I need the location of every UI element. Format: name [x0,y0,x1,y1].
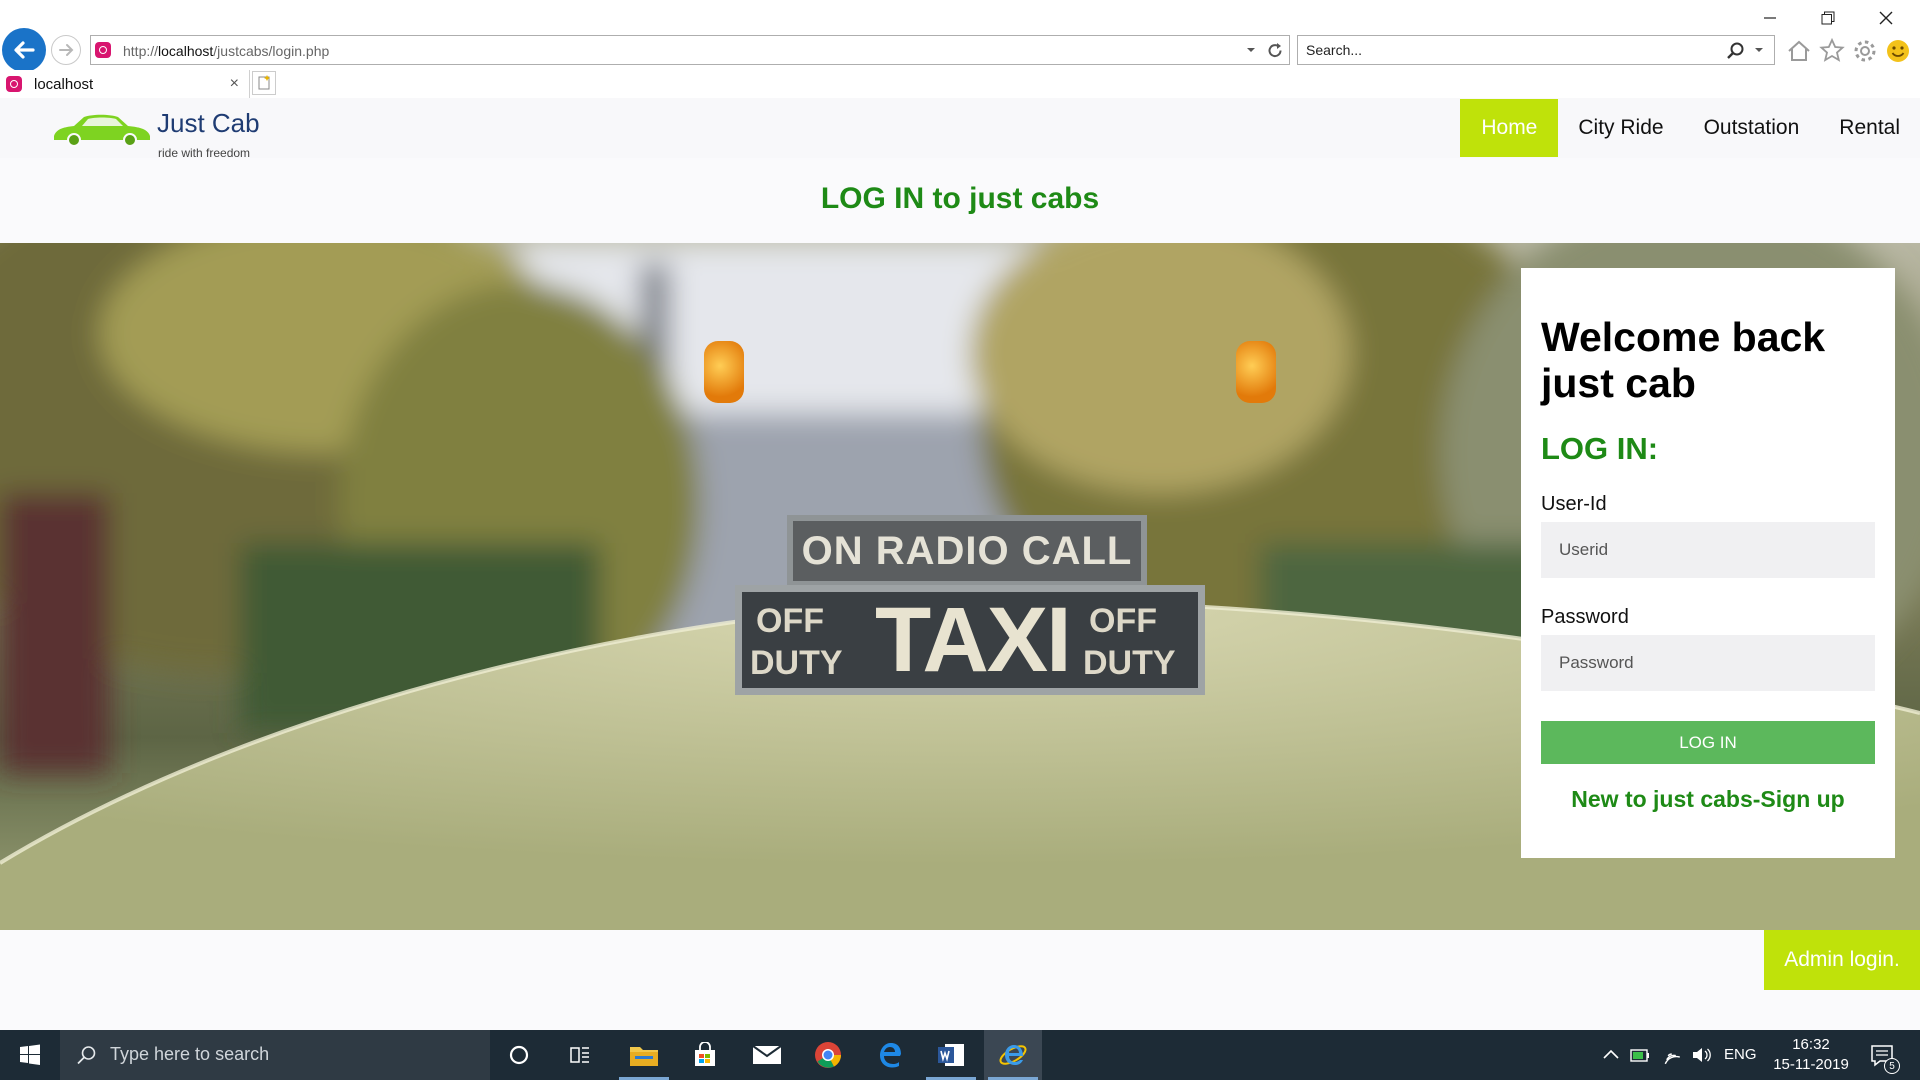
sign-on-radio-call: ON RADIO CALL [787,515,1147,587]
tab-close-icon[interactable]: × [230,75,239,93]
logo-tagline: ride with freedom [158,146,251,160]
arrow-right-icon [59,44,74,56]
restore-button[interactable] [1808,4,1848,32]
browser-search-input[interactable] [1304,41,1704,59]
new-tab-button[interactable] [252,71,276,95]
nav-rental[interactable]: Rental [1819,99,1920,157]
gear-icon[interactable] [1851,37,1879,65]
tab-title: localhost [34,76,94,93]
login-button[interactable]: LOG IN [1541,721,1875,764]
taskbar-search-placeholder: Type here to search [110,1044,270,1064]
car-logo-icon [54,114,150,147]
task-view-button[interactable] [551,1030,609,1080]
login-heading: LOG IN: [1541,431,1659,466]
home-icon[interactable] [1785,37,1813,65]
nav-home[interactable]: Home [1460,99,1559,157]
nav-city-ride[interactable]: City Ride [1558,99,1683,157]
userid-label: User-Id [1541,493,1607,515]
battery-icon[interactable] [1629,1044,1651,1066]
address-bar[interactable]: http://localhost/justcabs/login.php [90,35,1290,65]
arrow-left-icon [14,41,35,59]
nav-outstation[interactable]: Outstation [1684,99,1820,157]
folder-icon [630,1047,658,1066]
start-button[interactable] [0,1030,60,1080]
welcome-heading: Welcome back just cab [1541,314,1826,406]
minimize-icon [1764,17,1776,19]
new-tab-icon [258,75,270,90]
clock-time: 16:32 [1792,1036,1830,1053]
word-icon [938,1044,964,1066]
sign-off-duty-left: OFF DUTY [750,602,843,682]
address-url[interactable]: http://localhost/justcabs/login.php [123,43,329,59]
chevron-up-icon[interactable] [1600,1044,1622,1066]
amber-lamp-right [1236,341,1276,403]
windows-logo-icon [20,1044,40,1065]
taxi-roof-sign: ON RADIO CALL OFF DUTY TAXI OFF DUTY [705,515,1225,695]
volume-icon[interactable] [1690,1044,1712,1066]
logo-name: Just Cab [157,108,260,138]
back-button[interactable] [2,28,46,72]
browser-search-box[interactable] [1297,35,1775,65]
browser-chrome: http://localhost/justcabs/login.php loca… [0,0,1920,98]
browser-tab[interactable]: localhost × [0,70,250,98]
cortana-button[interactable] [490,1030,548,1080]
taskbar-search[interactable]: Type here to search [60,1030,490,1080]
taskbar-edge[interactable] [861,1030,919,1080]
taskbar-store[interactable] [676,1030,734,1080]
chevron-down-icon[interactable] [1243,42,1259,58]
clock-date: 15-11-2019 [1773,1056,1849,1073]
notification-count-badge: 5 [1884,1058,1900,1074]
action-center-button[interactable]: 5 [1868,1042,1900,1074]
password-label: Password [1541,606,1629,628]
chrome-icon [815,1042,841,1068]
sign-off-duty-right: OFF DUTY [1083,602,1176,682]
page-title: LOG IN to just cabs [820,182,1100,215]
taskbar-file-explorer[interactable] [615,1030,673,1080]
site-favicon-icon [95,42,111,58]
internet-explorer-icon [999,1045,1027,1065]
chevron-down-icon[interactable] [1752,43,1766,57]
password-input[interactable] [1541,635,1875,691]
edge-icon [880,1043,901,1068]
search-icon[interactable] [1726,41,1746,61]
restore-icon [1821,11,1835,25]
taskbar-word[interactable] [922,1030,980,1080]
wifi-icon[interactable] [1659,1044,1681,1066]
userid-input[interactable] [1541,522,1875,578]
favorites-star-icon[interactable] [1818,37,1846,65]
system-clock[interactable]: 16:32 15-11-2019 [1766,1035,1856,1075]
minimize-button[interactable] [1750,4,1790,32]
store-bag-icon [695,1042,715,1066]
taskbar-mail[interactable] [738,1030,796,1080]
mail-icon [752,1045,782,1064]
site-logo[interactable]: Just Cab ride with freedom [52,108,272,160]
main-nav: Home City Ride Outstation Rental [1460,99,1920,157]
task-view-icon [570,1047,589,1063]
login-card: Welcome back just cab LOG IN: User-Id Pa… [1521,268,1895,858]
site-header: Just Cab ride with freedom Home City Rid… [0,98,1920,160]
windows-taskbar: Type here to search ENG 16:32 15-11-2019… [0,1030,1920,1080]
feedback-smiley-icon[interactable] [1884,37,1912,65]
sign-taxi: TAXI [875,589,1072,691]
sign-main-panel: OFF DUTY TAXI OFF DUTY [735,585,1205,695]
forward-button[interactable] [51,35,81,65]
taskbar-chrome[interactable] [799,1030,857,1080]
signup-link[interactable]: New to just cabs-Sign up [1521,786,1895,813]
admin-login-button[interactable]: Admin login. [1764,930,1920,990]
site-favicon-icon [6,76,22,92]
close-window-button[interactable] [1866,4,1906,32]
cortana-icon [509,1045,529,1065]
amber-lamp-left [704,341,744,403]
close-icon [1879,11,1893,25]
language-indicator[interactable]: ENG [1724,1046,1757,1063]
taskbar-internet-explorer[interactable] [984,1030,1042,1080]
refresh-icon[interactable] [1265,41,1285,61]
search-icon [77,1046,96,1065]
